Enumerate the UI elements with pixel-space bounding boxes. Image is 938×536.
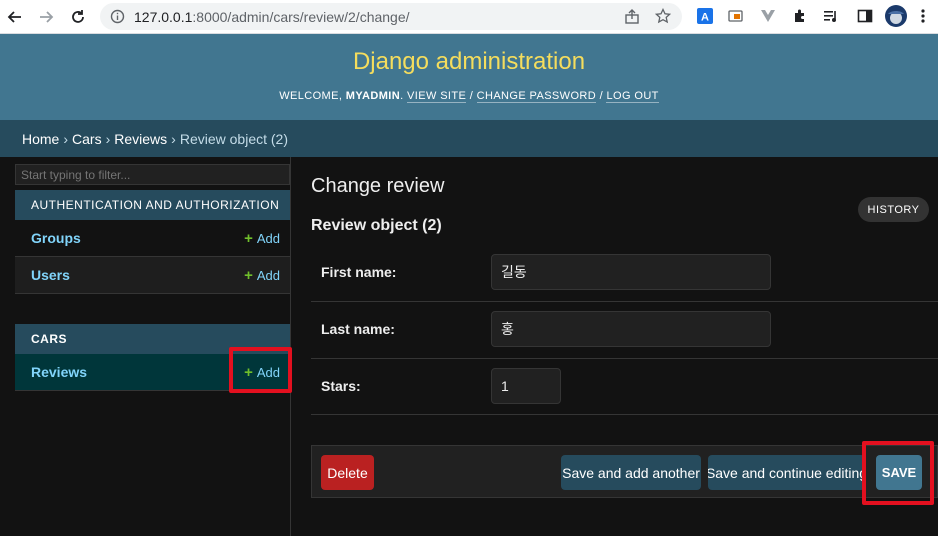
share-icon[interactable] [624, 9, 640, 30]
add-reviews-link[interactable]: + Add [244, 364, 280, 381]
module-caption-auth[interactable]: AUTHENTICATION AND AUTHORIZATION [15, 190, 290, 220]
url-text: 127.0.0.1:8000/admin/cars/review/2/chang… [134, 9, 410, 25]
url-host: 127.0.0.1 [134, 9, 193, 25]
form-row-first-name: First name: 길동 [311, 245, 938, 302]
sidebar-filter-input[interactable] [15, 164, 290, 185]
history-button[interactable]: HISTORY [858, 197, 929, 222]
nav-sidebar: AUTHENTICATION AND AUTHORIZATION Groups … [0, 157, 291, 536]
breadcrumb-separator: › [63, 130, 69, 147]
url-path: :8000/admin/cars/review/2/change/ [192, 9, 410, 25]
browser-menu-icon[interactable] [914, 7, 932, 25]
last-name-field[interactable]: 홍 [491, 311, 771, 347]
user-tools: WELCOME, MYADMIN. VIEW SITE / CHANGE PAS… [279, 90, 659, 103]
log-out-link[interactable]: LOG OUT [606, 90, 659, 103]
breadcrumb-home[interactable]: Home [22, 131, 59, 147]
reload-icon[interactable] [67, 6, 89, 28]
breadcrumb-separator: › [105, 130, 111, 147]
save-continue-button[interactable]: Save and continue editing [708, 455, 865, 490]
object-title: Review object (2) [311, 217, 442, 234]
stars-field[interactable]: 1 [491, 368, 561, 404]
first-name-field[interactable]: 길동 [491, 254, 771, 290]
view-site-link[interactable]: VIEW SITE [407, 90, 467, 103]
breadcrumb: Home › Cars › Reviews › Review object (2… [0, 120, 938, 157]
first-name-label: First name: [321, 264, 397, 280]
sidebar-item-label[interactable]: Reviews [31, 364, 87, 380]
translate-extension-icon[interactable]: A [696, 7, 714, 25]
last-name-label: Last name: [321, 321, 395, 337]
breadcrumb-separator: › [171, 130, 176, 147]
sidebar-item-users: Users + Add [15, 257, 290, 294]
username: MYADMIN [345, 90, 401, 102]
form-row-stars: Stars: 1 [311, 359, 938, 415]
delete-button[interactable]: Delete [321, 455, 374, 490]
profile-avatar[interactable] [885, 5, 907, 27]
site-title[interactable]: Django administration [0, 48, 938, 76]
address-bar[interactable]: 127.0.0.1:8000/admin/cars/review/2/chang… [100, 3, 682, 30]
sidebar-item-groups: Groups + Add [15, 220, 290, 257]
breadcrumb-current: Review object (2) [179, 130, 288, 147]
plus-icon: + [244, 363, 253, 381]
form-row-last-name: Last name: 홍 [311, 302, 938, 359]
extensions-puzzle-icon[interactable] [791, 7, 809, 25]
media-queue-icon[interactable] [822, 7, 840, 25]
sidebar-item-label[interactable]: Groups [31, 230, 81, 246]
plus-icon: + [244, 229, 253, 247]
add-label: Add [256, 364, 280, 380]
change-password-link[interactable]: CHANGE PASSWORD [476, 90, 597, 103]
submit-row: Delete Save and add another Save and con… [311, 445, 938, 498]
add-label: Add [256, 267, 280, 283]
bookmark-star-icon[interactable] [654, 7, 672, 29]
sidebar-item-reviews: Reviews + Add [15, 354, 290, 391]
sidebar-item-label[interactable]: Users [31, 267, 70, 283]
forward-icon[interactable] [35, 6, 57, 28]
add-users-link[interactable]: + Add [244, 267, 280, 284]
breadcrumb-model[interactable]: Reviews [114, 131, 167, 147]
save-add-another-button[interactable]: Save and add another [561, 455, 701, 490]
add-groups-link[interactable]: + Add [244, 230, 280, 247]
stars-label: Stars: [321, 378, 361, 394]
page-title: Change review [311, 175, 445, 197]
save-button[interactable]: SAVE [876, 455, 922, 490]
add-label: Add [256, 230, 280, 246]
browser-toolbar: 127.0.0.1:8000/admin/cars/review/2/chang… [0, 0, 938, 34]
vue-extension-icon[interactable] [759, 7, 777, 25]
breadcrumb-app[interactable]: Cars [72, 131, 102, 147]
module-caption-cars[interactable]: CARS [15, 324, 290, 354]
svg-text:A: A [701, 12, 709, 24]
welcome-text: WELCOME, [279, 90, 343, 102]
content-main: Change review HISTORY Review object (2) … [311, 157, 938, 536]
admin-header: Django administration WELCOME, MYADMIN. … [0, 34, 938, 120]
site-info-icon[interactable] [110, 9, 125, 29]
plus-icon: + [244, 266, 253, 284]
back-icon[interactable] [4, 6, 26, 28]
cast-extension-icon[interactable] [727, 7, 745, 25]
side-panel-icon[interactable] [856, 7, 874, 25]
